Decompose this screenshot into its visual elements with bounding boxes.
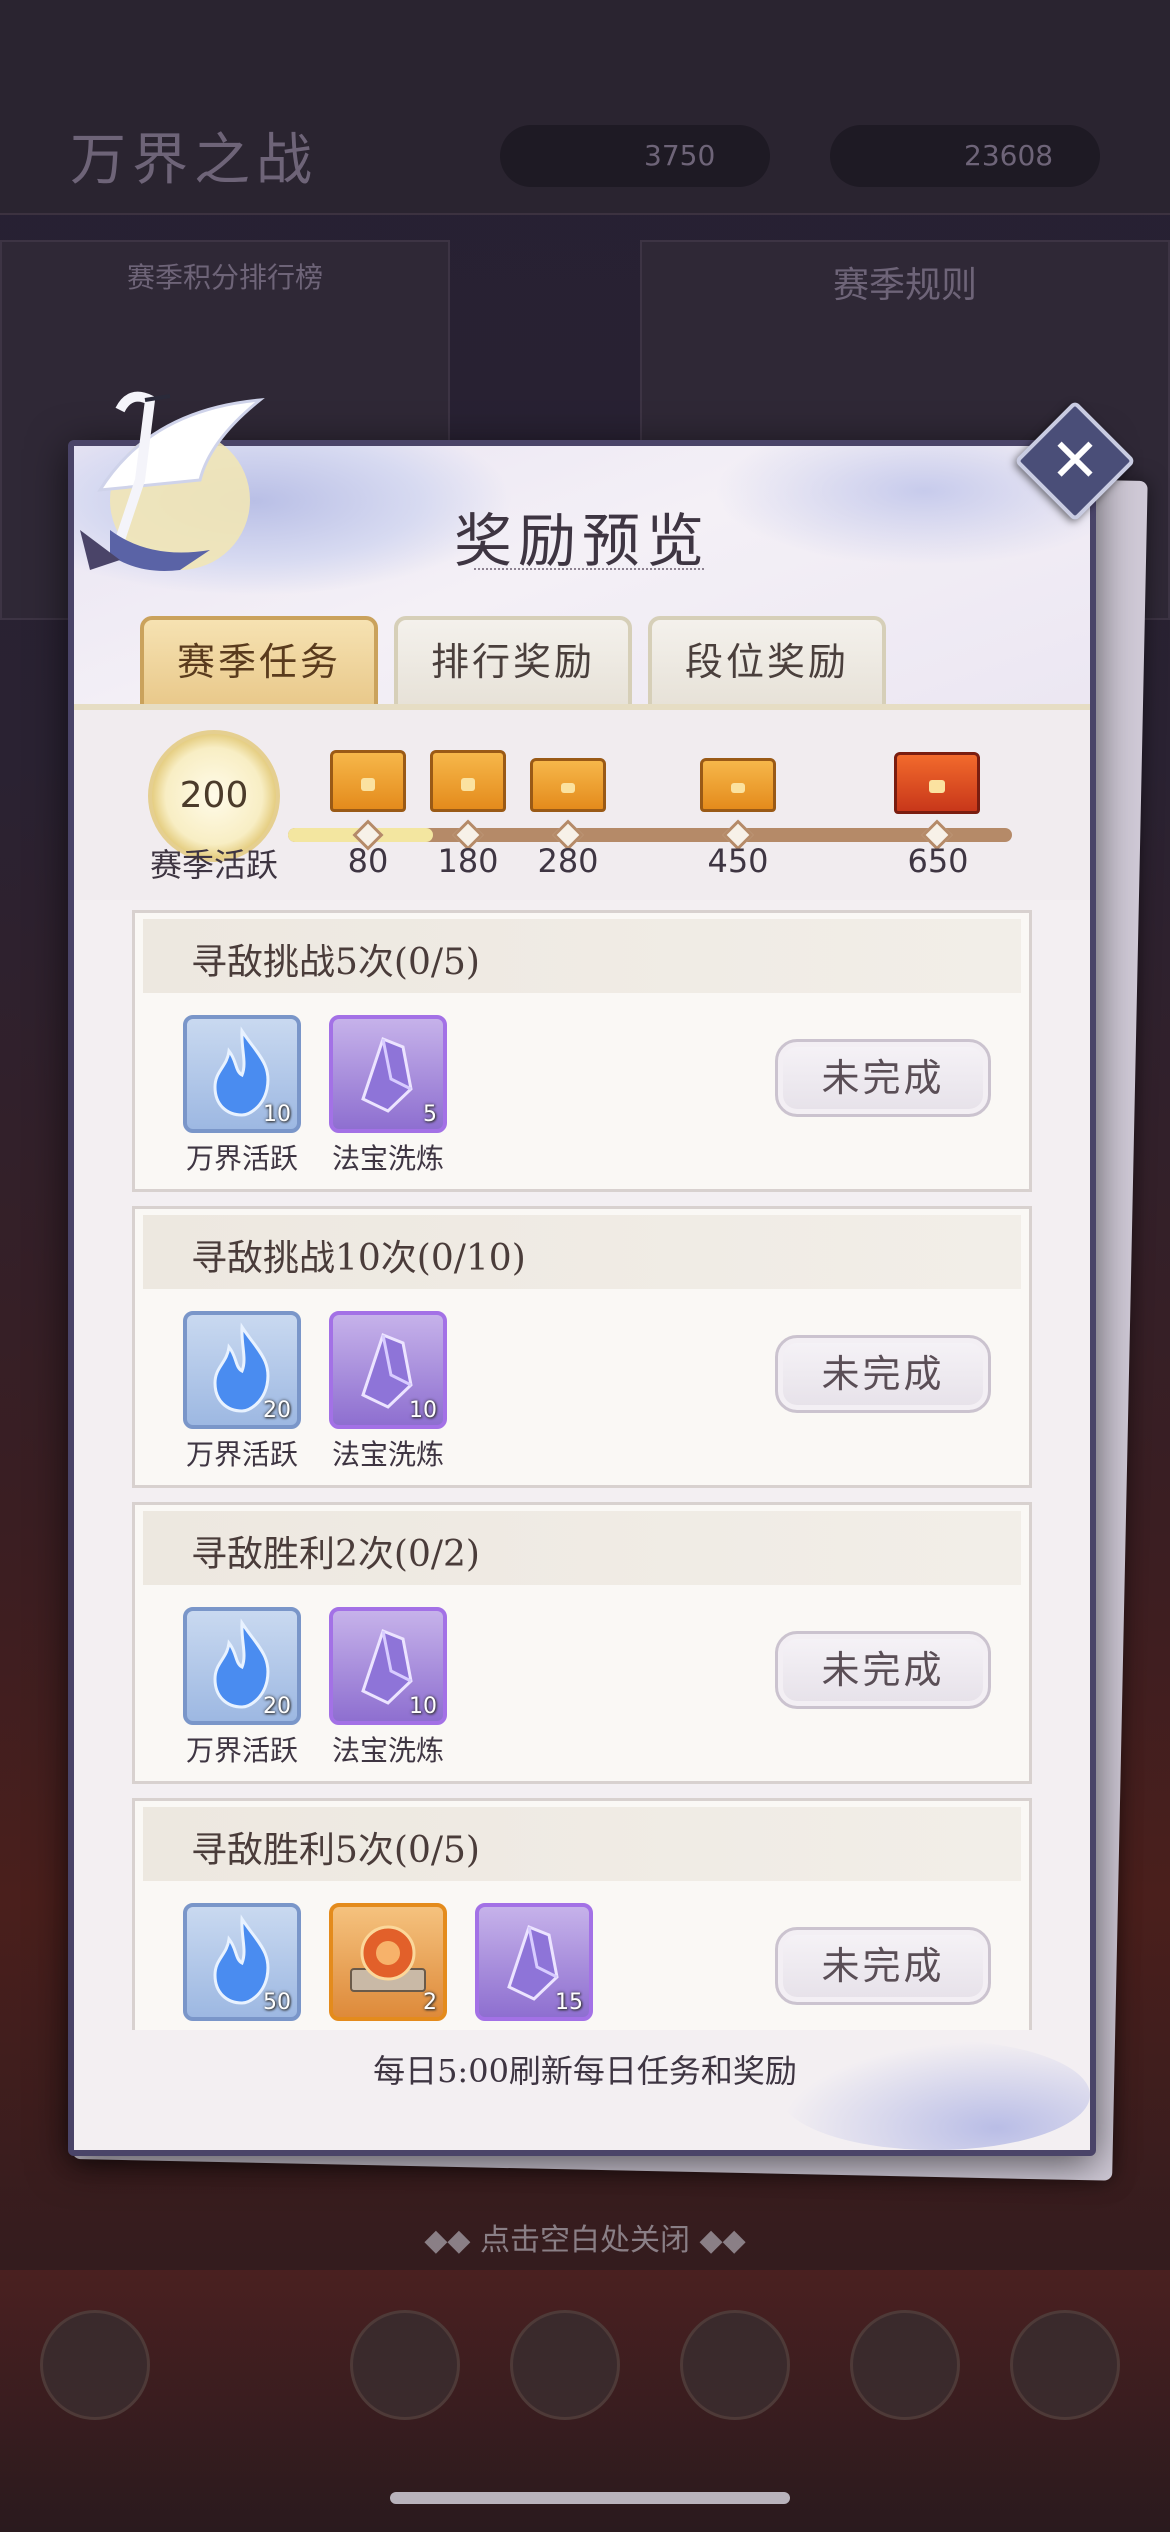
- chest-icon[interactable]: [700, 758, 776, 812]
- reward-item[interactable]: 10: [329, 1607, 447, 1725]
- task-card-header: 寻敌挑战5次(0/5): [143, 919, 1021, 993]
- resource-value: 23608: [964, 139, 1054, 172]
- background-header: 万界之战 3750 23608: [0, 0, 1170, 215]
- reward-item[interactable]: 20: [183, 1311, 301, 1429]
- reward-count: 5: [423, 1102, 437, 1127]
- nav-icon: [350, 2310, 460, 2420]
- tab-ranking-rewards[interactable]: 排行奖励: [394, 616, 632, 708]
- back-icon: [40, 2310, 150, 2420]
- task-status-button[interactable]: 未完成: [775, 1927, 991, 2005]
- nav-icon: [850, 2310, 960, 2420]
- task-title: 寻敌挑战10次(0/10): [191, 1238, 526, 1279]
- crane-icon: [80, 391, 265, 571]
- reward-item[interactable]: 2: [329, 1903, 447, 2021]
- close-hint-text: 点击空白处关闭: [480, 2223, 690, 2258]
- task-status-button[interactable]: 未完成: [775, 1631, 991, 1709]
- milestone-label: 280: [537, 842, 599, 880]
- reward-count: 20: [263, 1694, 291, 1719]
- task-card-header: 寻敌挑战10次(0/10): [143, 1215, 1021, 1289]
- milestone-label: 180: [437, 842, 499, 880]
- reward-item[interactable]: 10: [329, 1311, 447, 1429]
- nav-icon: [1010, 2310, 1120, 2420]
- reward-name: 法宝洗炼: [331, 1734, 444, 1767]
- close-hint: ◆◆ 点击空白处关闭 ◆◆: [424, 2223, 746, 2258]
- reward-name: 万界活跃: [185, 1142, 298, 1175]
- reward-count: 2: [423, 1990, 437, 2015]
- reward-count: 10: [409, 1398, 437, 1423]
- reward-count: 10: [263, 1102, 291, 1127]
- task-status-button[interactable]: 未完成: [775, 1335, 991, 1413]
- home-indicator[interactable]: [390, 2492, 790, 2504]
- task-status-button[interactable]: 未完成: [775, 1039, 991, 1117]
- reward-item[interactable]: 20: [183, 1607, 301, 1725]
- background-title: 万界之战: [70, 128, 318, 193]
- nav-icon: [510, 2310, 620, 2420]
- panel-title: 赛季积分排行榜: [126, 261, 323, 294]
- tab-rank-tier-rewards[interactable]: 段位奖励: [648, 616, 886, 708]
- task-card: 寻敌胜利2次(0/2) 20 万界活跃 10 法宝洗炼 未完成: [132, 1502, 1032, 1784]
- task-title: 寻敌挑战5次(0/5): [191, 942, 480, 983]
- reward-count: 15: [555, 1990, 583, 2015]
- reward-name: 法宝洗炼: [331, 1142, 444, 1175]
- task-card-header: 寻敌胜利5次(0/5): [143, 1807, 1021, 1881]
- task-card-header: 寻敌胜利2次(0/2): [143, 1511, 1021, 1585]
- chest-icon[interactable]: [430, 750, 506, 812]
- task-list[interactable]: 寻敌挑战5次(0/5) 10 万界活跃 5 法宝洗炼 未完成 寻敌挑战10次(0…: [132, 910, 1036, 2030]
- chest-icon[interactable]: [330, 750, 406, 812]
- decorative-cloud: [780, 2040, 1090, 2150]
- reward-item[interactable]: 15: [475, 1903, 593, 2021]
- milestone-label: 450: [707, 842, 769, 880]
- reward-count: 50: [263, 1990, 291, 2015]
- resource-value: 3750: [644, 139, 716, 172]
- nav-icon: [680, 2310, 790, 2420]
- title-divider: [474, 568, 704, 576]
- close-icon: ✕: [1049, 426, 1101, 496]
- chest-icon[interactable]: [530, 758, 606, 812]
- resource-counter: 23608: [830, 125, 1100, 187]
- chest-icon[interactable]: [894, 752, 980, 814]
- reward-count: 10: [409, 1694, 437, 1719]
- task-title: 寻敌胜利2次(0/2): [191, 1534, 480, 1575]
- panel-title: 赛季规则: [832, 265, 977, 306]
- task-card: 寻敌挑战10次(0/10) 20 万界活跃 10 法宝洗炼 未完成: [132, 1206, 1032, 1488]
- task-card: 寻敌挑战5次(0/5) 10 万界活跃 5 法宝洗炼 未完成: [132, 910, 1032, 1192]
- milestone-label: 650: [907, 842, 969, 880]
- resource-counter: 3750: [500, 125, 770, 187]
- reward-item[interactable]: 5: [329, 1015, 447, 1133]
- reward-name: 万界活跃: [185, 1438, 298, 1471]
- reward-item[interactable]: 50: [183, 1903, 301, 2021]
- milestone-label: 80: [347, 842, 389, 880]
- tab-season-tasks[interactable]: 赛季任务: [140, 616, 378, 708]
- reward-item[interactable]: 10: [183, 1015, 301, 1133]
- season-activity-label: 赛季活跃: [149, 846, 278, 884]
- reward-name: 法宝洗炼: [331, 1438, 444, 1471]
- task-title: 寻敌胜利5次(0/5): [191, 1830, 480, 1871]
- reward-count: 20: [263, 1398, 291, 1423]
- task-card: 寻敌胜利5次(0/5) 50 2 15 未完成: [132, 1798, 1032, 2030]
- reward-name: 万界活跃: [185, 1734, 298, 1767]
